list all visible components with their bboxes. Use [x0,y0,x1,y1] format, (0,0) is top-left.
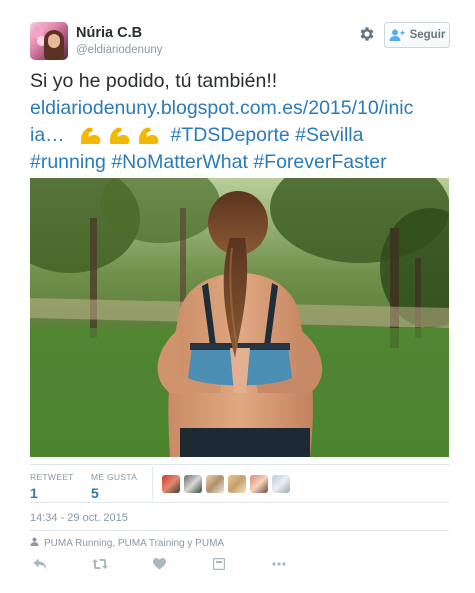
tweet-card: Núria C.B @eldiariodenuny Seguir Si yo h… [0,0,475,593]
share-icon[interactable] [211,556,227,572]
avatar[interactable] [184,475,202,493]
hashtag-tdsdeporte[interactable]: #TDSDeporte [171,124,290,146]
avatar[interactable] [228,475,246,493]
follow-label: Seguir [409,29,446,41]
hashtag-nomatterwhat[interactable]: #NoMatterWhat [111,151,248,173]
hashtag-sevilla[interactable]: #Sevilla [295,124,363,146]
likes-label: ME GUSTA [91,472,138,482]
likes-stat[interactable]: ME GUSTA 5 [91,472,137,501]
avatar[interactable] [30,22,68,60]
retweet-count[interactable]: 1 [30,485,74,501]
avatar[interactable] [272,475,290,493]
tweet-line-1: Si yo he podido, tú también!! [30,70,278,92]
flexed-biceps-icon [110,127,130,144]
divider [30,530,449,531]
gear-icon[interactable] [358,25,376,43]
tweet-text: Si yo he podido, tú también!! eldiariode… [30,68,455,176]
mention-context: PUMA Running, PUMA Training y PUMA [30,537,224,549]
tweet-link[interactable]: eldiariodenuny.blogspot.com.es/2015/10/i… [30,97,413,119]
likes-count[interactable]: 5 [91,485,137,501]
avatar[interactable] [250,475,268,493]
hashtag-running[interactable]: #running [30,151,106,173]
follow-button[interactable]: Seguir [384,22,450,48]
reply-icon[interactable] [32,556,48,572]
flexed-biceps-icon [81,127,101,144]
tweet-link-cont[interactable]: ia… [30,124,65,146]
tweet-timestamp[interactable]: 14:34 - 29 oct. 2015 [30,512,128,524]
flexed-biceps-icon [139,127,159,144]
retweet-icon[interactable] [92,556,108,572]
mention-context-text[interactable]: PUMA Running, PUMA Training y PUMA [44,538,224,549]
user-handle[interactable]: @eldiariodenuny [76,44,162,56]
tweet-photo[interactable] [30,178,449,457]
avatar[interactable] [206,475,224,493]
user-name[interactable]: Núria C.B [76,25,142,41]
person-plus-icon [389,29,405,41]
divider [30,464,449,465]
avatar[interactable] [162,475,180,493]
person-icon [30,537,39,549]
retweet-label: RETWEET [30,472,74,482]
more-icon[interactable] [271,556,287,572]
tweet-header: Núria C.B @eldiariodenuny Seguir [30,22,455,60]
flexed-biceps-emojis [78,124,170,146]
retweet-stat[interactable]: RETWEET 1 [30,472,74,501]
stat-separator [152,466,153,500]
like-icon[interactable] [151,556,167,572]
divider [30,502,449,503]
hashtag-foreverfaster[interactable]: #ForeverFaster [253,151,386,173]
liker-avatars [162,475,290,495]
